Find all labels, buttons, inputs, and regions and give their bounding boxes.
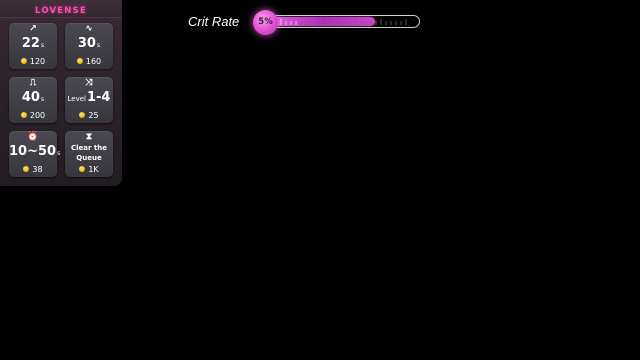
tile-price: 160 — [65, 57, 113, 66]
coin-icon — [79, 112, 86, 118]
tile-22s[interactable]: ↗ 22s 120 — [9, 23, 57, 69]
tile-level: Level1-4 — [67, 90, 111, 105]
coin-icon — [23, 166, 30, 172]
ramp-up-icon: ↗ — [29, 24, 37, 34]
tile-price: 38 — [9, 165, 57, 174]
clear-queue-label: Clear the Queue — [71, 144, 107, 162]
coin-icon — [76, 58, 83, 64]
tile-price: 1K — [65, 165, 113, 174]
lovense-panel: LOVENSE ↗ 22s 120 ∿ 30s 160 ⎍ 40s 200 ⤨ … — [0, 0, 122, 186]
tile-clear-queue[interactable]: ⧗ Clear the Queue 1K — [65, 131, 113, 177]
tile-40s[interactable]: ⎍ 40s 200 — [9, 77, 57, 123]
tile-level-1-4[interactable]: ⤨ Level1-4 25 — [65, 77, 113, 123]
tile-price: 25 — [65, 111, 113, 120]
tile-duration: 10~50s — [9, 144, 61, 159]
hourglass-icon: ⧗ — [85, 132, 93, 142]
tile-duration: 22s — [21, 36, 45, 51]
tile-10-50s[interactable]: ⏰ 10~50s 38 — [9, 131, 61, 177]
tile-price: 120 — [9, 57, 57, 66]
crit-rate-bar — [270, 15, 420, 28]
tile-duration: 40s — [21, 90, 45, 105]
crit-rate-label: Crit Rate — [188, 14, 240, 29]
crit-rate-ticks — [280, 19, 407, 25]
panel-header: LOVENSE — [0, 0, 122, 18]
coin-icon — [20, 58, 27, 64]
tile-price: 200 — [9, 111, 57, 120]
alarm-clock-icon: ⏰ — [27, 132, 39, 142]
tile-30s[interactable]: ∿ 30s 160 — [65, 23, 113, 69]
wave-icon: ∿ — [85, 24, 93, 34]
lovense-logo: LOVENSE — [35, 6, 87, 16]
coin-icon — [79, 166, 86, 172]
crit-rate-value: 5% — [258, 17, 273, 27]
game-stage: LOVENSE ↗ 22s 120 ∿ 30s 160 ⎍ 40s 200 ⤨ … — [0, 0, 640, 360]
random-icon: ⤨ — [85, 78, 93, 88]
crit-rate-knob: 5% — [253, 10, 278, 35]
pulse-icon: ⎍ — [29, 78, 37, 88]
tile-duration: 30s — [77, 36, 101, 51]
coin-icon — [20, 112, 27, 118]
